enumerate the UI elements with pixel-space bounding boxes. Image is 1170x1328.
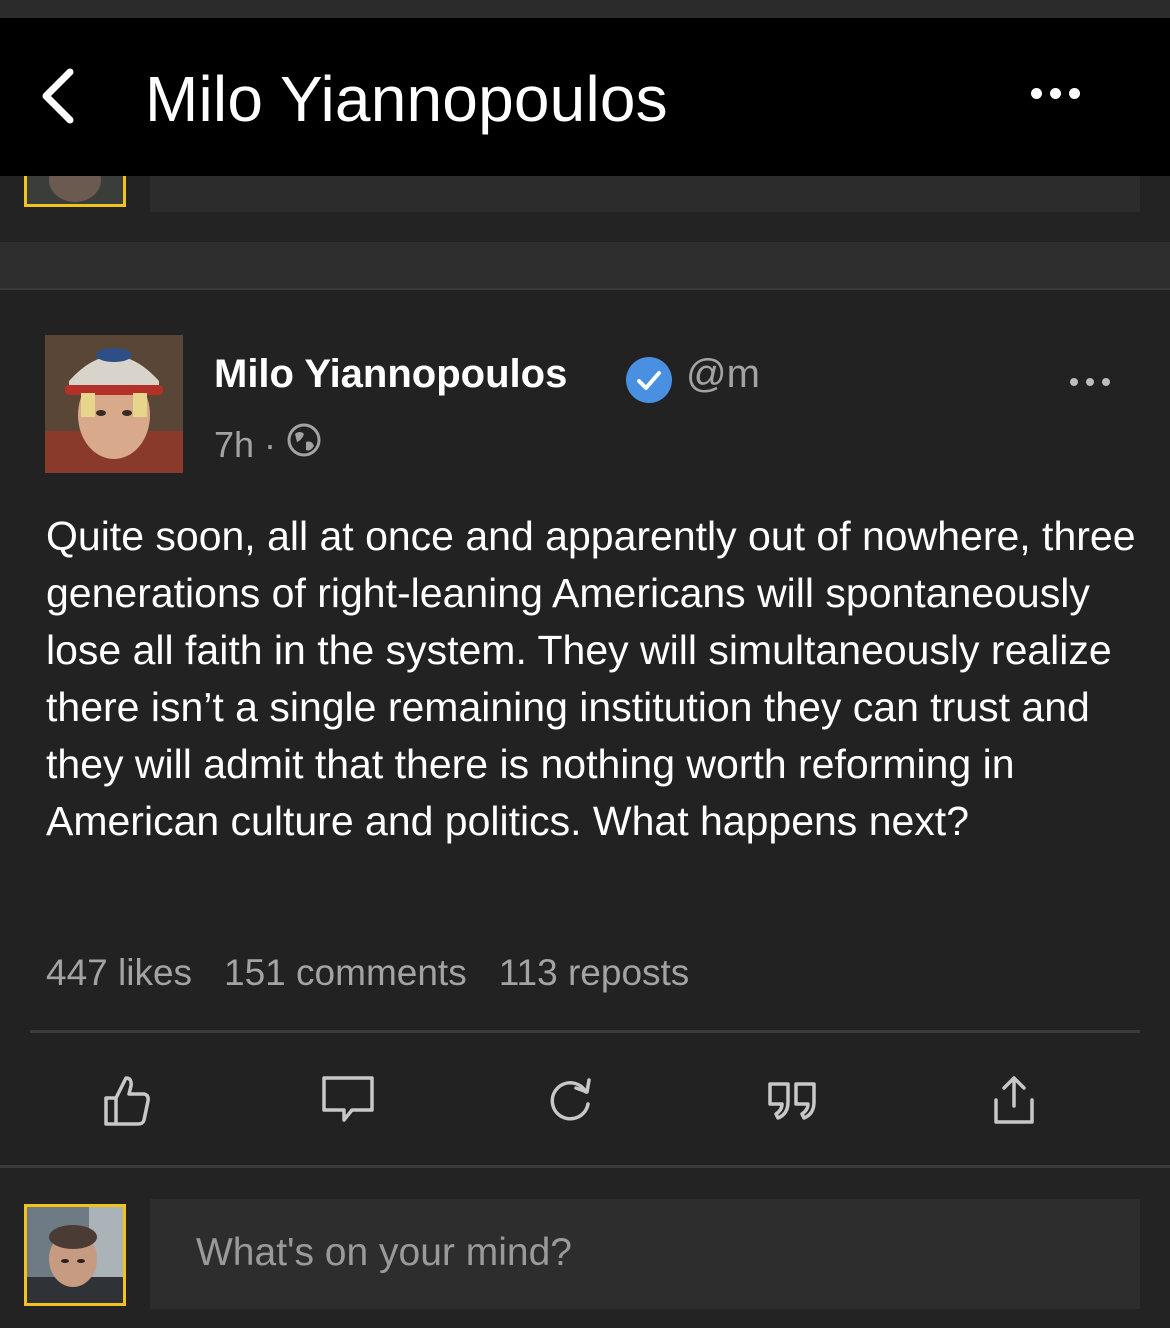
verified-icon (626, 357, 672, 403)
post-time: 7h (214, 423, 255, 465)
divider (0, 1165, 1170, 1168)
post-text: Quite soon, all at once and apparently o… (46, 513, 1136, 844)
post-card: Milo Yiannopoulos @m 7h · Quite soon, al… (0, 290, 1170, 1165)
top-bar: Milo Yiannopoulos (0, 18, 1170, 176)
feed-separator (0, 242, 1170, 290)
comment-icon[interactable] (318, 1070, 378, 1130)
globe-icon (286, 422, 322, 467)
repost-icon[interactable] (540, 1070, 600, 1130)
author-avatar[interactable] (45, 335, 183, 473)
page-title: Milo Yiannopoulos (145, 63, 668, 135)
share-icon[interactable] (984, 1070, 1044, 1130)
comments-count[interactable]: 151 comments (224, 952, 467, 994)
quote-icon[interactable] (762, 1070, 822, 1130)
action-bar (0, 1060, 1170, 1140)
like-icon[interactable] (96, 1070, 156, 1130)
author-handle[interactable]: @m (686, 352, 760, 397)
divider (30, 1030, 1140, 1033)
status-strip (0, 0, 1170, 18)
more-options-icon[interactable] (1031, 86, 1088, 104)
post-composer-input[interactable]: What's on your mind? (150, 1199, 1140, 1309)
post-meta: 7h · (214, 422, 322, 467)
composer-placeholder: What's on your mind? (196, 1231, 572, 1274)
user-avatar[interactable] (24, 1204, 126, 1306)
post-more-icon[interactable] (1070, 373, 1118, 391)
likes-count[interactable]: 447 likes (46, 952, 192, 994)
author-name[interactable]: Milo Yiannopoulos (214, 352, 567, 397)
meta-separator: · (264, 423, 277, 465)
avatar[interactable] (24, 176, 126, 207)
previous-composer-input[interactable] (150, 176, 1140, 212)
reposts-count[interactable]: 113 reposts (499, 952, 690, 994)
post-stats: 447 likes 151 comments 113 reposts (46, 952, 689, 994)
back-icon[interactable] (38, 68, 78, 124)
